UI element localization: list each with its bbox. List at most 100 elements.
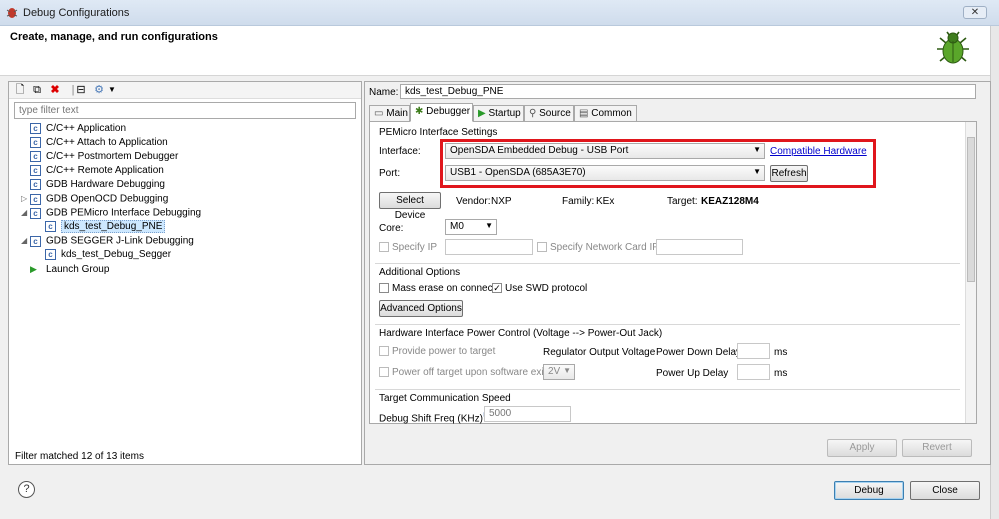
comm-speed-title: Target Communication Speed [379,393,511,404]
advanced-options-button[interactable]: Advanced Options [379,300,463,317]
collapse-all-icon[interactable]: ⊟ [75,84,87,96]
power-off-checkbox[interactable]: Power off target upon software exit [379,367,546,378]
power-down-field[interactable] [737,343,770,359]
tree-item-label: kds_test_Debug_PNE [61,220,166,233]
checkmark-icon: ✓ [492,283,502,294]
power-up-label: Power Up Delay [656,368,729,379]
dropdown-arrow-icon: ▼ [563,366,571,375]
provide-power-checkbox[interactable]: Provide power to target [379,346,495,357]
network-ip-field[interactable] [656,239,743,255]
tab-startup[interactable]: ▶ Startup [473,105,524,122]
divider [375,389,960,390]
name-field[interactable] [400,84,976,99]
bug-app-icon [6,8,18,18]
tree-item-label: C/C++ Application [46,123,127,134]
core-value: M0 [450,221,464,232]
vendor-value: NXP [491,196,512,207]
shift-freq-text: Debug Shift Freq (KHz) [379,413,483,425]
filter-input[interactable] [14,102,356,119]
expand-twisty-icon[interactable]: ◢ [21,206,30,220]
additional-options-title: Additional Options [379,267,461,278]
voltage-value: 2V [548,366,561,377]
select-device-button[interactable]: Select Device [379,192,441,221]
window-scrollbar[interactable] [990,26,999,519]
tree-item-label: GDB OpenOCD Debugging [46,193,169,205]
mass-erase-checkbox[interactable]: Mass erase on connect [379,283,495,294]
tab-debugger[interactable]: ✱ Debugger [410,103,473,122]
c-app-icon: c [30,136,41,148]
tree-item[interactable]: c kds_test_Debug_Segger [36,248,171,262]
tree-item[interactable]: c C/C++ Application [21,122,126,136]
tab-main[interactable]: ▭ Main [369,105,410,122]
specify-network-checkbox[interactable]: Specify Network Card IP [537,242,659,253]
shift-freq-field[interactable]: 5000 [484,406,571,422]
divider [375,263,960,264]
close-window-button[interactable]: ✕ [963,6,987,19]
apply-button[interactable]: Apply [827,439,897,457]
tab-source[interactable]: ⚲ Source [524,105,574,122]
checkbox-icon [379,283,389,294]
tab-common[interactable]: ▤ Common [574,105,637,122]
configuration-tree-pane: 🗋 ⧉ ✖ | ⊟ ⚙ ▼ c C/C++ Application c C/C++ A… [8,81,362,465]
power-up-field[interactable] [737,364,770,380]
main-tab-icon: ▭ [374,108,384,119]
tree-item[interactable]: ▷ c GDB OpenOCD Debugging [21,192,168,206]
c-app-icon: c [30,235,41,247]
debug-button[interactable]: Debug [834,481,904,500]
filter-icon[interactable]: ⚙ [93,84,105,96]
revert-button[interactable]: Revert [902,439,972,457]
highlight-box [440,139,876,188]
close-button[interactable]: Close [910,481,980,500]
tree-item-label: Launch Group [46,264,110,275]
tree-item-label: GDB PEMicro Interface Debugging [46,207,202,219]
window-title: Debug Configurations [23,7,130,19]
checkbox-icon [379,346,389,357]
settings-scrollbar[interactable] [965,122,976,423]
c-app-icon: c [30,193,41,205]
tab-common-label: Common [591,108,632,119]
delete-config-icon[interactable]: ✖ [49,84,61,96]
use-swd-checkbox[interactable]: ✓ Use SWD protocol [492,283,587,294]
scrollbar-thumb[interactable] [967,137,975,282]
expand-twisty-icon[interactable]: ◢ [21,234,30,248]
core-select[interactable]: M0 ▼ [445,219,497,235]
mass-erase-label: Mass erase on connect [392,283,496,294]
chevron-down-icon[interactable]: ▼ [106,84,118,96]
target-value: KEAZ128M4 [701,196,759,207]
power-off-label: Power off target upon software exit [392,367,547,378]
common-tab-icon: ▤ [579,108,589,119]
launch-group-icon: ▶ [30,264,37,274]
expand-twisty-icon[interactable]: ▷ [21,192,30,206]
tree-item-label: GDB SEGGER J-Link Debugging [46,235,194,247]
tree-item-label: C/C++ Attach to Application [46,137,168,148]
voltage-select[interactable]: 2V ▼ [543,364,575,380]
tree-item[interactable]: ▶ Launch Group [21,262,109,276]
pemicro-section-title: PEMicro Interface Settings [379,127,498,138]
help-button[interactable]: ? [18,481,35,498]
play-icon: ▶ [478,108,486,119]
tree-item[interactable]: ◢ c GDB PEMicro Interface Debugging [21,206,201,220]
checkbox-icon [537,242,547,253]
tab-debugger-label: Debugger [426,106,471,117]
dropdown-arrow-icon: ▼ [485,221,493,230]
new-config-icon[interactable]: 🗋 [14,84,26,96]
tree-item-label: GDB Hardware Debugging [46,179,165,190]
tab-startup-label: Startup [488,108,521,119]
port-label: Port: [379,168,401,179]
c-app-icon: c [30,122,41,134]
debugger-tab-icon: ✱ [415,106,424,117]
tree-item[interactable]: c GDB Hardware Debugging [21,178,165,192]
tree-item[interactable]: ◢ c GDB SEGGER J-Link Debugging [21,234,194,248]
duplicate-config-icon[interactable]: ⧉ [31,84,43,96]
specify-ip-checkbox[interactable]: Specify IP [379,242,437,253]
tree-item-label: kds_test_Debug_Segger [61,249,172,260]
ip-field[interactable] [445,239,533,255]
tree-item[interactable]: c C/C++ Remote Application [21,164,164,178]
tree-item[interactable]: c C/C++ Postmortem Debugger [21,150,178,164]
tree-item[interactable]: c kds_test_Debug_PNE [36,220,166,234]
c-app-icon: c [45,248,56,260]
tab-source-label: Source [539,108,571,119]
use-swd-label: Use SWD protocol [505,283,588,294]
tree-item-label: C/C++ Postmortem Debugger [46,151,179,162]
tree-item[interactable]: c C/C++ Attach to Application [21,136,168,150]
